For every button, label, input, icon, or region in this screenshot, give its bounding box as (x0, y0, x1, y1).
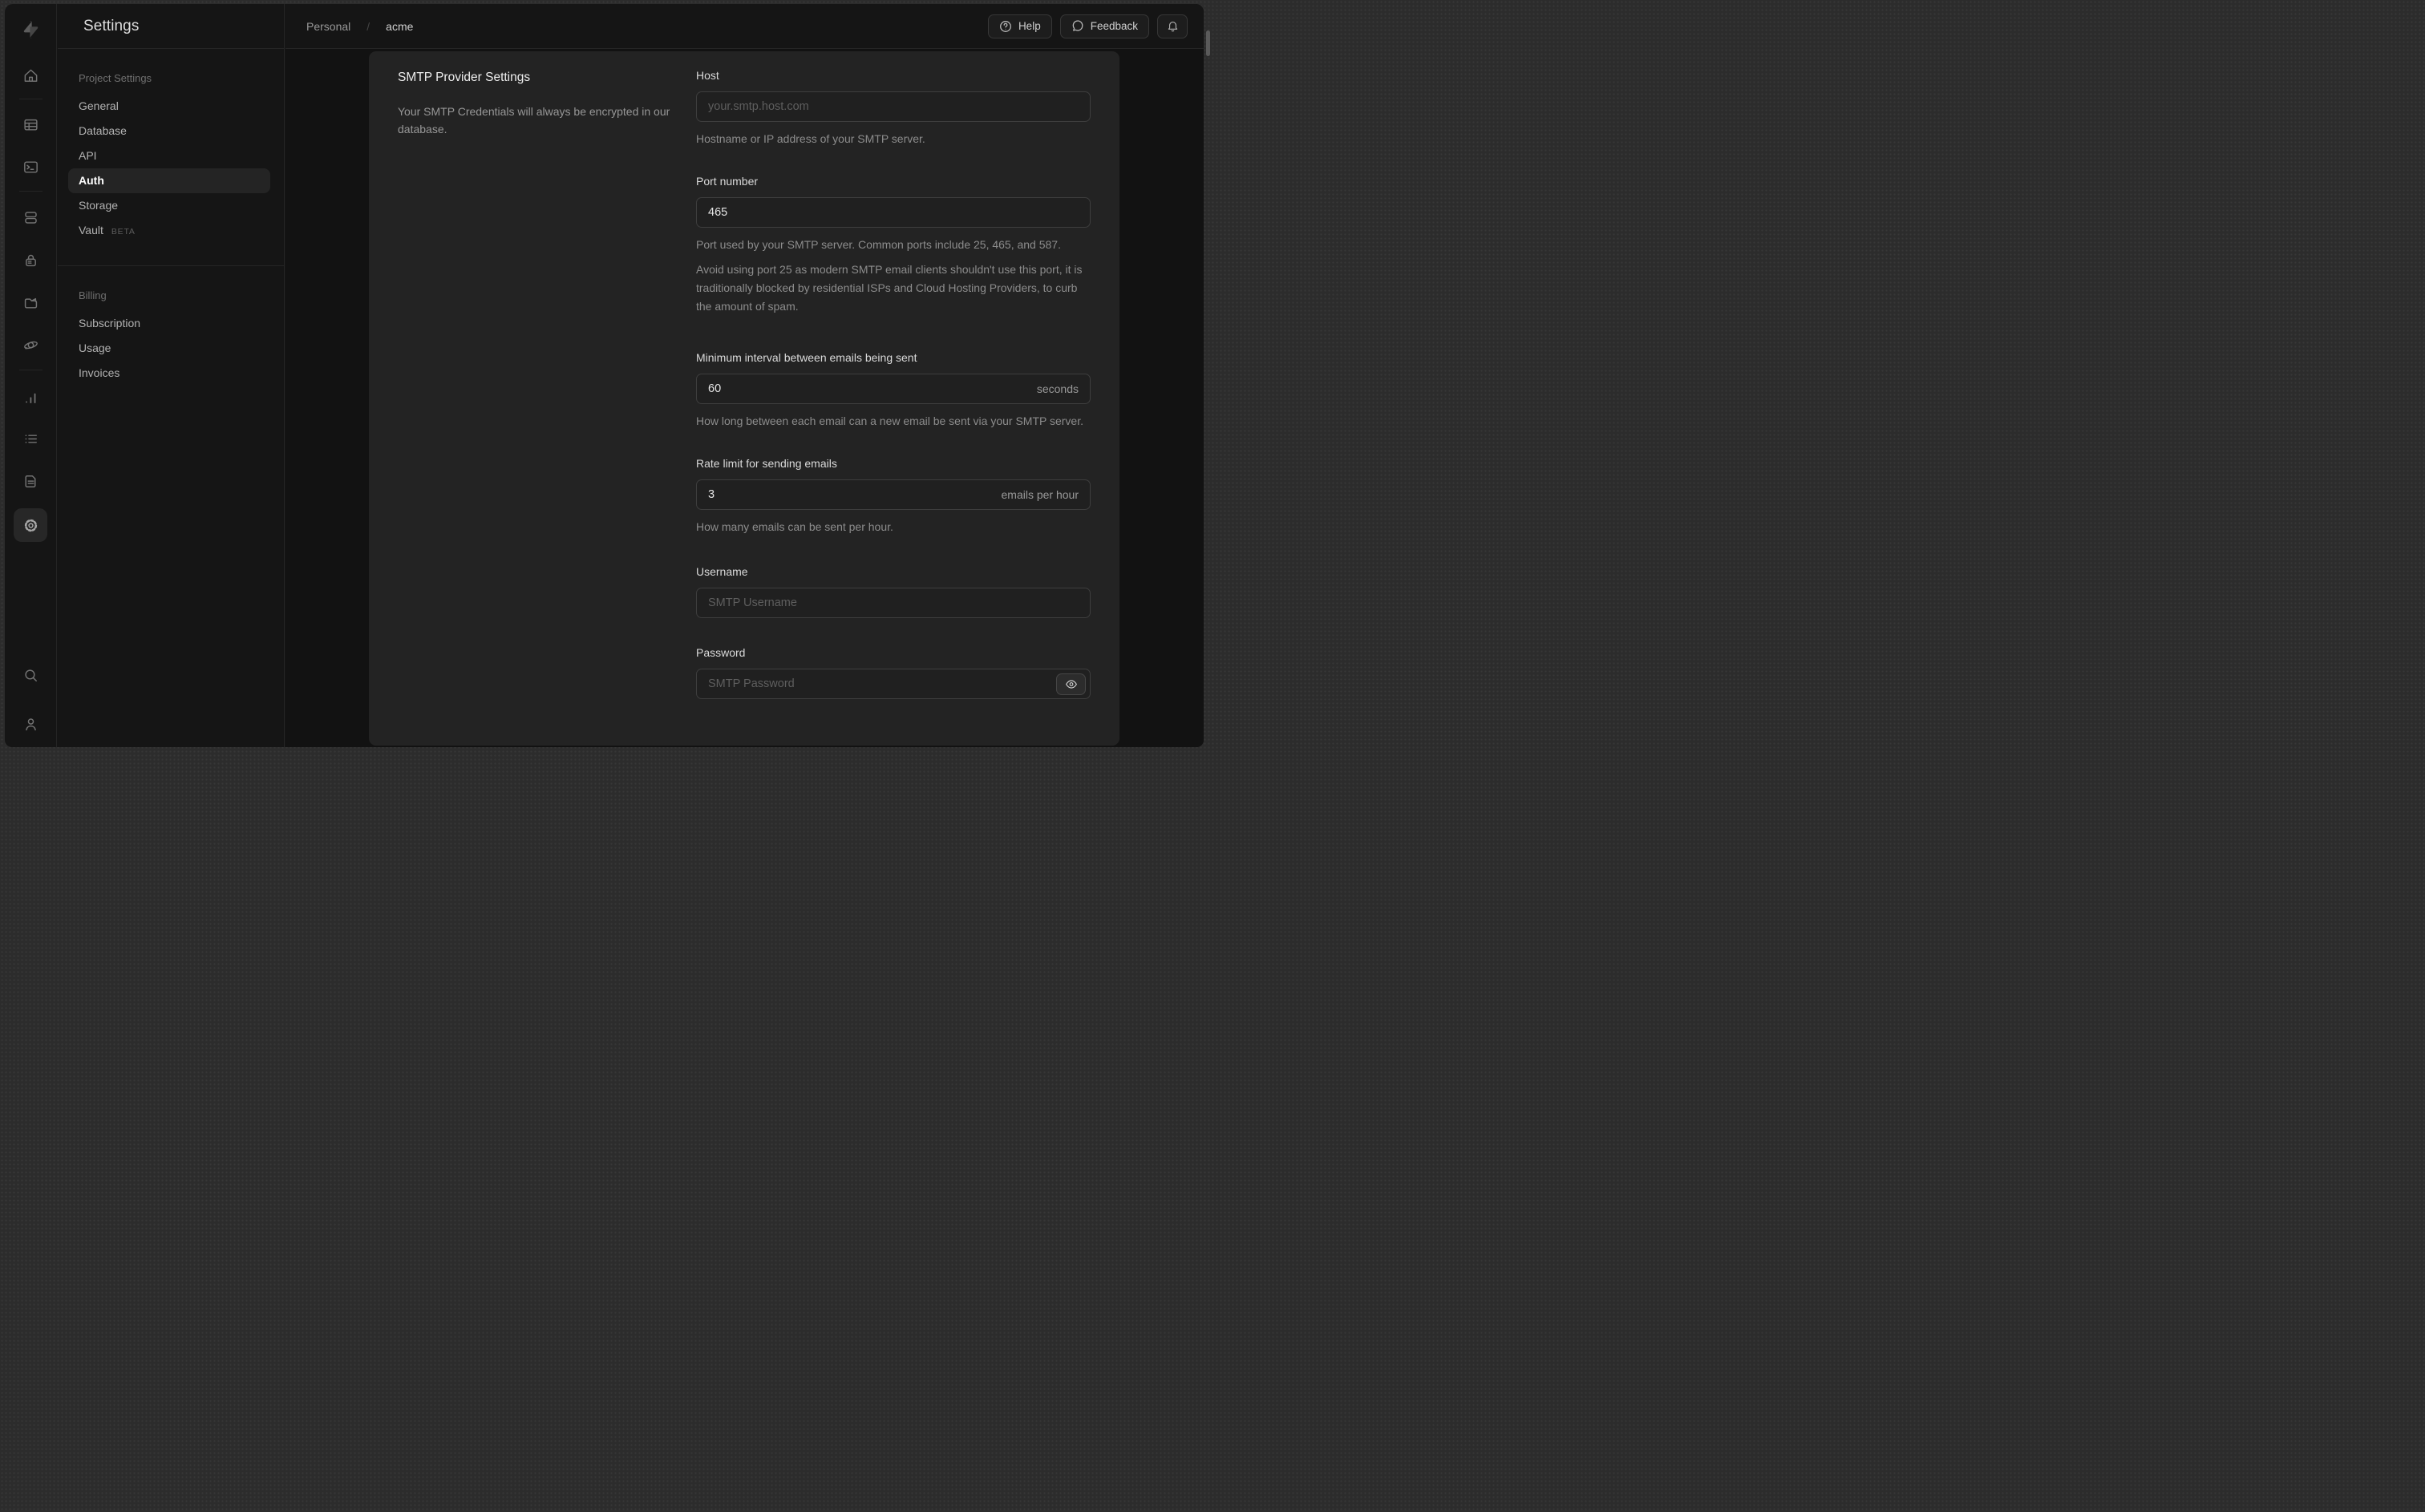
rail-sql-editor-button[interactable] (14, 151, 47, 183)
home-icon (24, 69, 37, 82)
smtp-settings-card: SMTP Provider Settings Your SMTP Credent… (369, 51, 1119, 746)
search-icon (24, 669, 37, 681)
port-label: Port number (696, 175, 759, 188)
folder-icon (24, 297, 37, 309)
smtp-form: Host Hostname or IP address of your SMTP… (696, 67, 1091, 699)
file-text-icon (24, 475, 35, 487)
section-title: SMTP Provider Settings (398, 71, 531, 84)
host-label: Host (696, 69, 719, 82)
terminal-icon (23, 160, 38, 173)
port-helper-text-2: Avoid using port 25 as modern SMTP email… (696, 263, 1083, 313)
page-scrollbar (1204, 0, 1212, 756)
feedback-label: Feedback (1090, 20, 1138, 32)
rail-authentication-button[interactable] (14, 244, 47, 276)
eye-icon (1065, 679, 1077, 689)
help-circle-icon (999, 20, 1011, 32)
rail-project-settings-button[interactable] (14, 508, 47, 542)
rail-edge-functions-button[interactable] (14, 329, 47, 361)
username-field-group: Username (696, 564, 1091, 618)
sidebar-item-vault[interactable]: Vault BETA (58, 218, 284, 243)
breadcrumb: Personal / acme (306, 20, 413, 33)
sidebar-item-general[interactable]: General (58, 94, 284, 119)
rate-limit-unit-suffix: emails per hour (1001, 488, 1079, 501)
password-field-group: Password (696, 645, 1091, 699)
port-input[interactable] (697, 198, 1090, 227)
feedback-button[interactable]: Feedback (1059, 14, 1149, 38)
interval-field-group: Minimum interval between emails being se… (696, 350, 1091, 431)
bar-chart-icon (25, 393, 35, 403)
breadcrumb-project[interactable]: acme (386, 20, 413, 33)
rate-limit-field-group: Rate limit for sending emails emails per… (696, 455, 1091, 536)
reveal-password-button[interactable] (1056, 673, 1086, 695)
app-logo[interactable] (20, 19, 42, 41)
speech-bubble-icon (1072, 19, 1083, 31)
user-icon (25, 718, 36, 730)
password-input[interactable] (697, 669, 1056, 698)
page-title: Settings (83, 17, 140, 34)
settings-sidebar: Settings Project Settings General Databa… (58, 4, 285, 747)
rate-limit-label: Rate limit for sending emails (696, 457, 837, 470)
list-icon (25, 434, 37, 443)
password-label: Password (696, 646, 746, 659)
scrollbar-thumb[interactable] (1206, 30, 1210, 56)
help-button[interactable]: Help (987, 14, 1052, 38)
sidebar-item-api[interactable]: API (58, 144, 284, 168)
interval-input[interactable] (697, 374, 1037, 403)
orbit-icon (23, 341, 38, 350)
section-intro: SMTP Provider Settings Your SMTP Credent… (398, 69, 678, 138)
port-field-group: Port number Port used by your SMTP serve… (696, 173, 1091, 316)
table-icon (23, 119, 38, 131)
sidebar-item-label: Vault (79, 224, 103, 237)
host-helper-text: Hostname or IP address of your SMTP serv… (696, 132, 925, 145)
username-input[interactable] (697, 588, 1090, 617)
bolt-logo-icon (23, 21, 38, 38)
username-label: Username (696, 565, 748, 578)
database-icon (24, 211, 37, 224)
breadcrumb-org[interactable]: Personal (306, 20, 350, 33)
rail-search-button[interactable] (14, 659, 47, 691)
rail-home-button[interactable] (14, 59, 47, 91)
interval-label: Minimum interval between emails being se… (696, 351, 917, 364)
sidebar-item-usage[interactable]: Usage (58, 336, 284, 361)
top-bar-actions: Help Feedback (987, 14, 1188, 38)
sidebar-item-auth[interactable]: Auth (68, 168, 270, 193)
interval-helper-text: How long between each email can a new em… (696, 414, 1083, 427)
rail-reports-button[interactable] (14, 382, 47, 414)
sidebar-item-invoices[interactable]: Invoices (58, 361, 284, 386)
breadcrumb-separator: / (366, 19, 370, 33)
rail-logs-button[interactable] (14, 422, 47, 455)
host-field-group: Host Hostname or IP address of your SMTP… (696, 67, 1091, 148)
help-label: Help (1018, 20, 1041, 32)
main-content: Personal / acme Help Feedback SMTP Provi… (285, 4, 1204, 747)
sidebar-item-storage[interactable]: Storage (58, 193, 284, 218)
gear-icon (24, 519, 37, 532)
rail-storage-button[interactable] (14, 286, 47, 318)
app-window: Settings Project Settings General Databa… (5, 4, 1204, 747)
rail-divider (19, 191, 43, 192)
rail-database-button[interactable] (14, 201, 47, 233)
nav-rail (5, 4, 57, 747)
top-bar: Personal / acme Help Feedback (285, 4, 1204, 49)
settings-nav: Project Settings General Database API Au… (58, 49, 284, 386)
lock-icon (25, 254, 36, 266)
interval-unit-suffix: seconds (1036, 382, 1079, 395)
beta-badge: BETA (111, 227, 136, 237)
rate-limit-helper-text: How many emails can be sent per hour. (696, 520, 893, 533)
host-input[interactable] (697, 92, 1090, 121)
port-helper-text: Port used by your SMTP server. Common po… (696, 238, 1061, 251)
rail-user-button[interactable] (14, 708, 47, 740)
nav-section-heading: Billing (79, 289, 107, 301)
rail-table-editor-button[interactable] (14, 108, 47, 140)
nav-section-heading: Project Settings (79, 72, 152, 84)
sidebar-item-subscription[interactable]: Subscription (58, 311, 284, 336)
sidebar-divider (58, 265, 284, 266)
section-description: Your SMTP Credentials will always be enc… (398, 105, 670, 135)
rate-limit-input[interactable] (697, 480, 1002, 509)
bell-icon (1168, 22, 1177, 32)
rail-docs-button[interactable] (14, 465, 47, 497)
sidebar-item-database[interactable]: Database (58, 119, 284, 144)
sidebar-header: Settings (58, 4, 284, 49)
notifications-button[interactable] (1157, 14, 1188, 38)
